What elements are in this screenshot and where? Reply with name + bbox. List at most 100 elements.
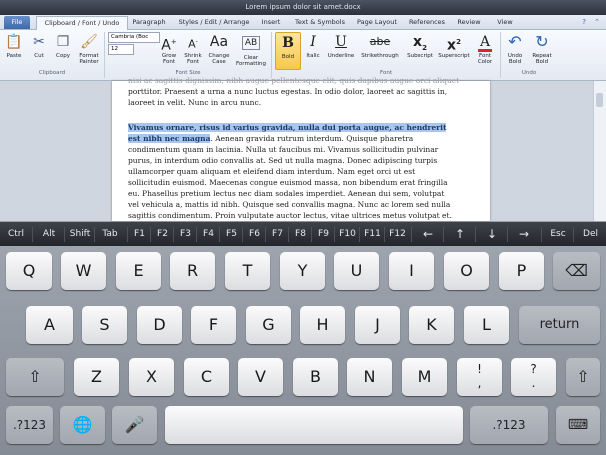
alt-key[interactable]: Alt — [32, 227, 65, 242]
font-color-icon: A — [478, 34, 492, 52]
f8-key[interactable]: F8 — [288, 227, 312, 242]
globe-key[interactable]: 🌐 — [60, 406, 105, 444]
key-m[interactable]: M — [402, 358, 447, 396]
f3-key[interactable]: F3 — [173, 227, 197, 242]
tab-review[interactable]: Review — [454, 16, 484, 29]
superscript-button[interactable]: x2 Superscript — [437, 32, 471, 68]
tab-page-layout[interactable]: Page Layout — [354, 16, 400, 29]
key-x[interactable]: X — [129, 358, 174, 396]
globe-icon: 🌐 — [72, 415, 93, 434]
key-a[interactable]: A — [26, 306, 73, 344]
paragraph-text: laoreet in velit. Nunc in arcu nunc. — [128, 98, 262, 107]
copy-button[interactable]: ❐ Copy — [52, 32, 74, 68]
key-w[interactable]: W — [61, 252, 106, 290]
strikethrough-button[interactable]: abe Strikethrough — [358, 32, 402, 68]
tab-clipboard-font-undo[interactable]: Clipboard / Font / Undo — [36, 16, 128, 30]
shift-left-key[interactable]: ⇧ — [6, 358, 64, 396]
arrow-left-key[interactable]: ← — [411, 227, 444, 242]
numbers-key-right[interactable]: .?123 — [470, 406, 548, 444]
cut-button[interactable]: ✂ Cut — [28, 32, 50, 68]
font-name-select[interactable]: Cambria (Boc — [108, 32, 160, 43]
f2-key[interactable]: F2 — [150, 227, 174, 242]
key-i[interactable]: I — [389, 252, 434, 290]
f10-key[interactable]: F10 — [334, 227, 360, 242]
repeat-button[interactable]: ↻ Repeat Bold — [529, 32, 555, 68]
scrollbar-thumb[interactable] — [596, 93, 603, 107]
tab-key[interactable]: Tab — [94, 227, 125, 242]
arrow-up-key[interactable]: ↑ — [443, 227, 476, 242]
key-c[interactable]: C — [184, 358, 229, 396]
tab-insert[interactable]: Insert — [258, 16, 284, 29]
clear-formatting-icon: AB — [242, 36, 260, 50]
exclamation-comma-key[interactable]: ! , — [457, 358, 502, 396]
f7-key[interactable]: F7 — [265, 227, 289, 242]
shrink-font-button[interactable]: A- Shrink Font — [182, 32, 204, 68]
ctrl-key[interactable]: Ctrl — [0, 227, 32, 242]
key-t[interactable]: T — [225, 252, 270, 290]
group-divider — [271, 32, 272, 78]
key-k[interactable]: K — [409, 306, 454, 344]
dictation-key[interactable]: 🎤 — [112, 406, 157, 444]
key-g[interactable]: G — [246, 306, 291, 344]
key-h[interactable]: H — [300, 306, 345, 344]
bold-button[interactable]: B Bold — [275, 32, 301, 70]
space-bar[interactable] — [165, 406, 463, 444]
key-j[interactable]: J — [355, 306, 400, 344]
vertical-scrollbar[interactable] — [593, 81, 606, 221]
italic-button[interactable]: I Italic — [302, 32, 324, 68]
f12-key[interactable]: F12 — [384, 227, 410, 242]
collapse-ribbon-icon[interactable]: ⌃ — [594, 18, 600, 26]
f11-key[interactable]: F11 — [359, 227, 385, 242]
font-color-button[interactable]: A Font Color — [473, 32, 497, 68]
help-icon[interactable]: ? — [582, 18, 586, 26]
key-f[interactable]: F — [191, 306, 236, 344]
key-v[interactable]: V — [238, 358, 283, 396]
f1-key[interactable]: F1 — [127, 227, 151, 242]
key-b[interactable]: B — [293, 358, 338, 396]
f6-key[interactable]: F6 — [242, 227, 266, 242]
tab-file[interactable]: File — [4, 16, 30, 29]
arrow-right-key[interactable]: → — [507, 227, 540, 242]
shift-key[interactable]: Shift — [64, 227, 95, 242]
underline-button[interactable]: U Underline — [326, 32, 356, 68]
del-key[interactable]: Del — [573, 227, 606, 242]
f9-key[interactable]: F9 — [311, 227, 335, 242]
document-page[interactable]: nisi ac sagittis dignissim, nibh augue p… — [112, 76, 490, 221]
paste-button[interactable]: 📋 Paste — [2, 32, 26, 68]
tab-references[interactable]: References — [406, 16, 448, 29]
key-r[interactable]: R — [170, 252, 215, 290]
key-p[interactable]: P — [499, 252, 544, 290]
key-z[interactable]: Z — [74, 358, 119, 396]
key-l[interactable]: L — [464, 306, 509, 344]
backspace-key[interactable]: ⌫ — [553, 252, 600, 290]
f4-key[interactable]: F4 — [196, 227, 220, 242]
esc-key[interactable]: Esc — [541, 227, 574, 242]
key-u[interactable]: U — [334, 252, 379, 290]
tab-styles-edit-arrange[interactable]: Styles / Edit / Arrange — [174, 16, 254, 29]
font-size-select[interactable]: 12 — [108, 44, 134, 55]
clear-formatting-button[interactable]: AB Clear Formatting — [234, 32, 268, 68]
grow-font-button[interactable]: A+ Grow Font — [158, 32, 180, 68]
undo-button[interactable]: ↶ Undo Bold — [503, 32, 527, 68]
strikethrough-icon: abe — [369, 35, 391, 48]
shift-right-key[interactable]: ⇧ — [566, 358, 600, 396]
format-painter-button[interactable]: 🖌 Format Painter — [76, 32, 102, 68]
tab-text-symbols[interactable]: Text & Symbols — [290, 16, 350, 29]
arrow-down-key[interactable]: ↓ — [475, 227, 508, 242]
numbers-key-left[interactable]: .?123 — [6, 406, 53, 444]
tab-paragraph[interactable]: Paragraph — [130, 16, 168, 29]
return-key[interactable]: return — [519, 306, 600, 344]
hide-keyboard-key[interactable]: ⌨ — [556, 406, 600, 444]
question-period-key[interactable]: ? . — [511, 358, 556, 396]
key-y[interactable]: Y — [280, 252, 325, 290]
key-s[interactable]: S — [82, 306, 127, 344]
key-o[interactable]: O — [444, 252, 489, 290]
key-e[interactable]: E — [116, 252, 161, 290]
change-case-button[interactable]: Aa Change Case — [206, 32, 232, 68]
tab-view[interactable]: View — [494, 16, 516, 29]
f5-key[interactable]: F5 — [219, 227, 243, 242]
subscript-button[interactable]: x2 Subscript — [404, 32, 436, 68]
key-q[interactable]: Q — [6, 252, 52, 290]
key-n[interactable]: N — [347, 358, 392, 396]
key-d[interactable]: D — [137, 306, 182, 344]
